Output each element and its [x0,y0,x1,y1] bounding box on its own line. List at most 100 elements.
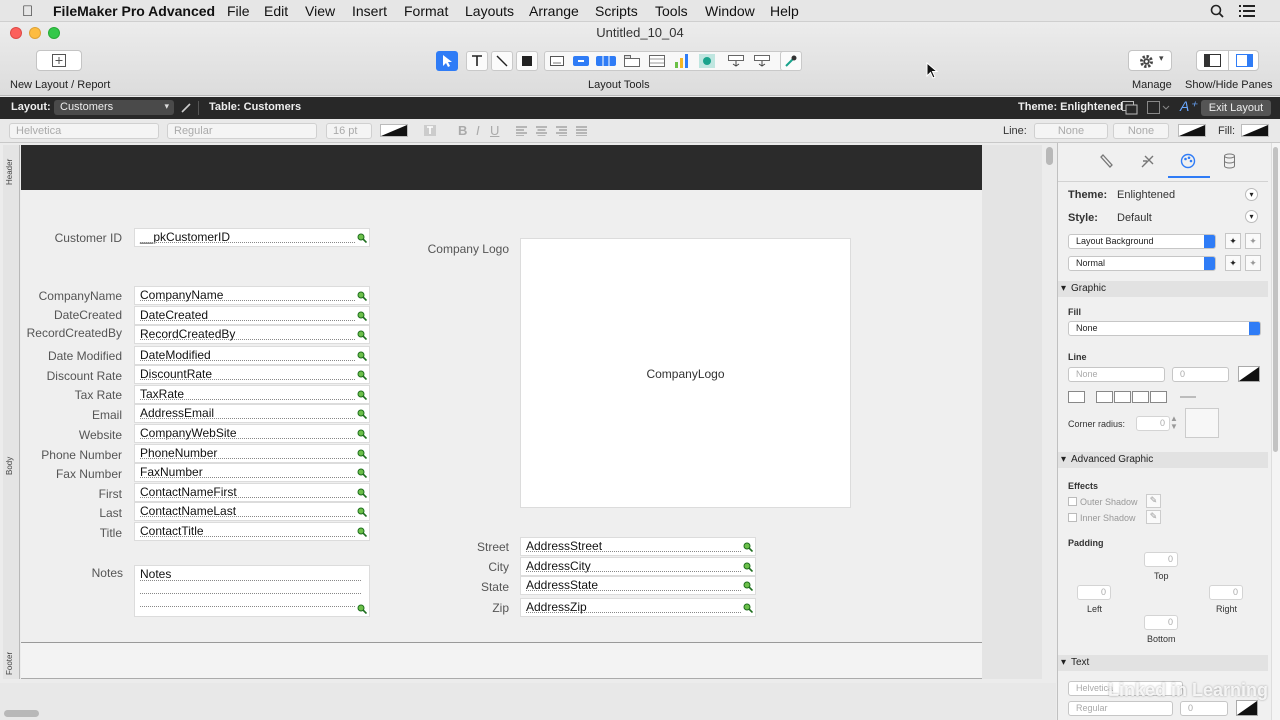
vertical-scrollbar[interactable] [1046,147,1053,165]
spotlight-search-icon[interactable] [1210,4,1224,18]
outer-shadow-edit-icon[interactable]: ✎ [1146,494,1161,508]
padding-bottom-input[interactable]: 0 [1144,615,1178,630]
inner-shadow-edit-icon[interactable]: ✎ [1146,510,1161,524]
outer-shadow-checkbox[interactable] [1068,497,1077,506]
line-style-select[interactable]: None [1068,367,1165,382]
header-part[interactable] [21,145,982,190]
apple-icon[interactable]:  [22,3,33,20]
footer-part-tab[interactable]: Footer [3,643,20,679]
eyedropper-icon[interactable]: ✦ [1225,233,1241,249]
stepper-icon[interactable]: ▲ ▼ [1170,415,1178,431]
record-created-by-field[interactable]: RecordCreatedBy [134,325,370,344]
line-width-select[interactable]: 0 [1172,367,1229,382]
text-tool[interactable] [466,51,488,71]
padding-right-input[interactable]: 0 [1209,585,1243,600]
text-section-header[interactable]: Text [1058,655,1268,671]
notification-list-icon[interactable] [1239,5,1255,17]
button-bar-tool[interactable] [595,51,617,71]
style-menu-icon[interactable]: ▾ [1245,210,1258,223]
web-viewer-tool[interactable] [696,51,718,71]
exit-layout-button[interactable]: Exit Layout [1201,100,1271,116]
menu-help[interactable]: Help [770,3,799,19]
bold-icon[interactable]: B [458,123,467,138]
notes-field[interactable]: Notes [134,565,370,617]
line-color-swatch[interactable] [1178,124,1206,137]
italic-icon[interactable]: I [476,123,480,138]
menu-view[interactable]: View [305,3,335,19]
styles-tab-icon[interactable] [1140,153,1156,169]
date-created-field[interactable]: DateCreated [134,306,370,325]
highlight-icon[interactable] [423,124,437,137]
address-city-field[interactable]: AddressCity [520,557,756,576]
border-sides-icons[interactable] [1068,390,1198,404]
portal-tool[interactable] [646,51,668,71]
email-field[interactable]: AddressEmail [134,404,370,423]
rectangle-tool[interactable] [516,51,538,71]
pointer-tool[interactable] [436,51,458,71]
font-select[interactable]: Helvetica [9,123,159,139]
chart-tool[interactable] [671,51,693,71]
text-size-select[interactable]: 0 [1180,701,1228,716]
button-tool[interactable] [570,51,592,71]
corner-selector[interactable] [1185,408,1219,438]
horizontal-scrollbar[interactable] [4,710,39,717]
text-color-swatch[interactable] [1236,700,1258,716]
text-style-select[interactable]: Regular [1068,701,1173,716]
line-style-select[interactable]: None [1034,123,1108,139]
graphic-section-header[interactable]: Graphic [1058,281,1268,297]
change-theme-icon[interactable] [1122,101,1138,115]
address-street-field[interactable]: AddressStreet [520,537,756,556]
menu-window[interactable]: Window [705,3,755,19]
inner-shadow-checkbox[interactable] [1068,513,1077,522]
underline-icon[interactable]: U [490,123,499,138]
padding-left-input[interactable]: 0 [1077,585,1111,600]
font-style-select[interactable]: Regular [167,123,317,139]
layout-canvas[interactable]: Header Body Footer Customer ID __pkCusto… [0,143,1056,720]
contact-title-field[interactable]: ContactTitle [134,522,370,541]
position-tab-icon[interactable] [1100,153,1114,169]
alignment-icons[interactable] [516,126,590,136]
menu-format[interactable]: Format [404,3,448,19]
footer-part[interactable] [21,643,982,679]
menu-edit[interactable]: Edit [264,3,288,19]
field-picker-tool[interactable] [725,51,747,71]
font-size-select[interactable]: 16 pt [326,123,372,139]
object-state-select[interactable]: Normal [1068,256,1216,271]
show-hide-panes-button[interactable] [1196,50,1259,71]
company-name-field[interactable]: CompanyName [134,286,370,305]
menu-scripts[interactable]: Scripts [595,3,638,19]
object-part-select[interactable]: Layout Background [1068,234,1216,249]
manage-button[interactable]: ▾ [1128,50,1172,71]
customer-id-field[interactable]: __pkCustomerID [134,228,370,247]
discount-rate-field[interactable]: DiscountRate [134,365,370,384]
layout-selector[interactable]: Customers ▾ [54,100,174,115]
contact-last-field[interactable]: ContactNameLast [134,502,370,521]
address-zip-field[interactable]: AddressZip [520,598,756,617]
menu-app-name[interactable]: FileMaker Pro Advanced [53,3,215,19]
data-tab-icon[interactable] [1223,153,1236,169]
edit-layout-pencil-icon[interactable] [180,102,192,114]
field-tool[interactable] [546,51,568,71]
clear-style-icon[interactable]: ✦ [1245,233,1261,249]
clear-style-icon[interactable]: ✦ [1245,255,1261,271]
advanced-graphic-section-header[interactable]: Advanced Graphic [1058,452,1268,468]
address-state-field[interactable]: AddressState [520,576,756,595]
line-color-swatch[interactable] [1238,366,1260,382]
header-part-tab[interactable]: Header [3,145,20,191]
website-field[interactable]: CompanyWebSite [134,424,370,443]
menu-file[interactable]: File [227,3,250,19]
layout-pane-icon[interactable] [1147,101,1171,115]
line-width-select[interactable]: None [1113,123,1169,139]
menu-layouts[interactable]: Layouts [465,3,514,19]
menu-tools[interactable]: Tools [655,3,688,19]
company-logo-container[interactable]: CompanyLogo [520,238,851,508]
padding-top-input[interactable]: 0 [1144,552,1178,567]
insert-picture-tool[interactable] [751,51,773,71]
body-part-tab[interactable]: Body [3,191,20,643]
menu-arrange[interactable]: Arrange [529,3,579,19]
fill-color-swatch[interactable] [1241,124,1269,137]
format-painter-tool[interactable] [780,51,802,71]
theme-menu-icon[interactable]: ▾ [1245,188,1258,201]
text-style-icon[interactable]: A⁺ [1180,98,1197,115]
text-color-swatch[interactable] [380,124,408,137]
